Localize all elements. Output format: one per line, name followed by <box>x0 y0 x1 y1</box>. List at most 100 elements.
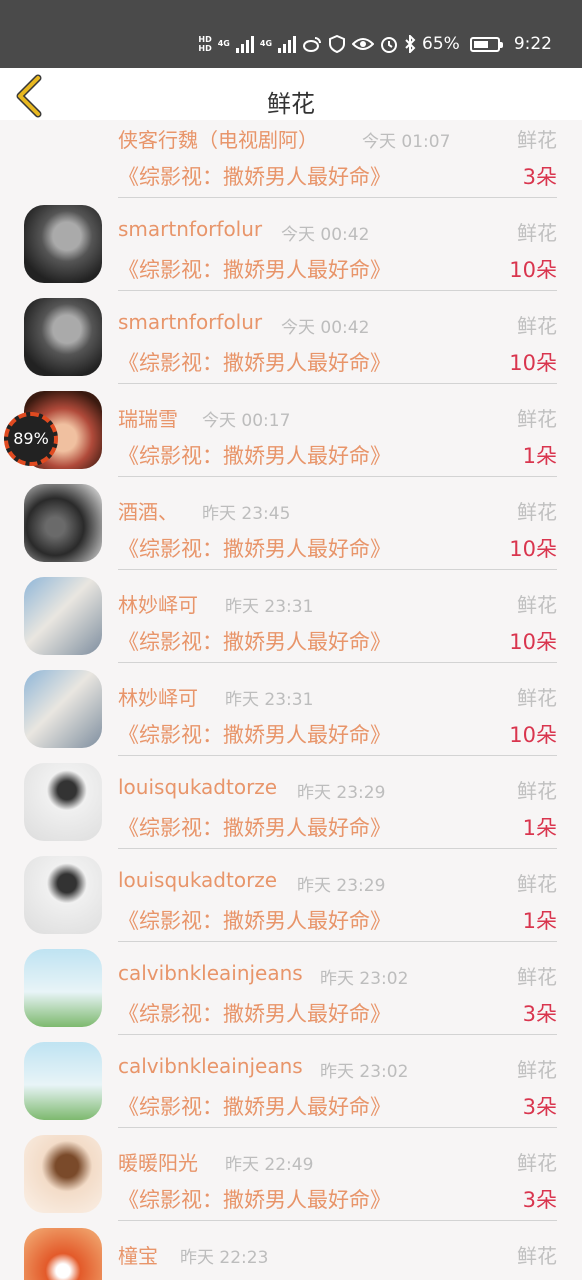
list-item[interactable]: calvibnkleainjeans 昨天 23:02 鲜花《综影视：撒娇男人最好命… <box>0 1035 582 1128</box>
list-item[interactable]: smartnforfolur 今天 00:42 鲜花《综影视：撒娇男人最好命》 10朵 <box>0 198 582 291</box>
timestamp: 今天 01:07 <box>362 132 451 152</box>
list-item[interactable]: 林妙峄可 昨天 23:31 鲜花《综影视：撒娇男人最好命》 10朵 <box>0 663 582 756</box>
avatar[interactable] <box>24 205 102 283</box>
list-item[interactable]: 侠客行魏（电视剧阿） 今天 01:07 鲜花《综影视：撒娇男人最好命》 3朵 <box>0 105 582 198</box>
user-name[interactable]: calvibnkleainjeans <box>118 1054 303 1078</box>
list-item[interactable]: 暖暖阳光 昨天 22:49 鲜花 《综影视：撒娇男人最好命》 3朵 <box>0 1128 582 1221</box>
alarm-icon <box>381 37 398 53</box>
gift-type: 鲜花 <box>517 221 557 245</box>
gift-list[interactable]: 侠客行魏（电视剧阿） 今天 01:07 鲜花 《综影视：撒娇男人最好命》 3朵 smart… <box>0 120 582 1280</box>
user-name[interactable]: 林妙峄可 <box>118 589 198 618</box>
gift-type: 鲜花 <box>517 593 557 617</box>
timestamp: 今天 00:42 <box>281 318 370 338</box>
show-title[interactable]: 《综影视：撒娇男人最好命》 <box>118 719 391 749</box>
timestamp: 今天 00:17 <box>202 411 291 431</box>
list-item[interactable]: smartnforfolur 今天 00:42 鲜花《综影视：撒娇男人最好命》 10朵 <box>0 291 582 384</box>
avatar[interactable] <box>24 577 102 655</box>
battery-icon <box>469 36 503 52</box>
list-item[interactable]: calvibnkleainjeans 昨天 23:02 鲜花《综影视：撒娇男人最好命… <box>0 942 582 1035</box>
user-name[interactable]: calvibnkleainjeans <box>118 961 303 985</box>
clock: 9:22 <box>513 34 552 54</box>
user-name[interactable]: smartnforfolur <box>118 217 262 241</box>
user-name[interactable]: 暖暖阳光 <box>118 1147 198 1176</box>
list-item[interactable]: 林妙峄可 昨天 23:31 鲜花《综影视：撒娇男人最好命》 10朵 <box>0 570 582 663</box>
avatar[interactable] <box>24 1228 102 1280</box>
avatar[interactable] <box>24 670 102 748</box>
timestamp: 昨天 23:31 <box>225 690 314 710</box>
timestamp: 昨天 22:23 <box>180 1248 269 1268</box>
timestamp: 昨天 23:45 <box>202 504 291 524</box>
user-name[interactable]: 橦宝 <box>118 1240 158 1269</box>
weibo-icon <box>303 37 322 52</box>
gift-type: 鲜花 <box>517 314 557 338</box>
user-name[interactable]: 瑞瑞雪 <box>118 403 178 432</box>
gift-type: 鲜花 <box>517 872 557 896</box>
timestamp: 昨天 22:49 <box>225 1155 314 1175</box>
list-item[interactable]: 酒酒、 昨天 23:45 鲜花《综影视：撒娇男人最好命》 10朵 <box>0 477 582 570</box>
user-name[interactable]: louisqukadtorze <box>118 868 277 892</box>
user-name[interactable]: 侠客行魏（电视剧阿） <box>118 124 318 153</box>
list-item[interactable]: 瑞瑞雪 今天 00:17 鲜花《综影视：撒娇男人最好命》 1朵 <box>0 384 582 477</box>
show-title[interactable]: 《综影视：撒娇男人最好命》 <box>118 1091 391 1121</box>
gift-type: 鲜花 <box>517 407 557 431</box>
list-item[interactable]: louisqukadtorze 昨天 23:29 鲜花《综影视：撒娇男人最好命》 1朵 <box>0 849 582 942</box>
gift-count: 10朵 <box>509 537 557 561</box>
show-title[interactable]: 《综影视：撒娇男人最好命》 <box>118 1184 391 1214</box>
avatar[interactable] <box>24 1135 102 1213</box>
network-type-icon: 4G <box>259 39 273 48</box>
gift-count: 3朵 <box>522 1095 557 1119</box>
signal-icon <box>235 35 254 53</box>
show-title[interactable]: 《综影视：撒娇男人最好命》 <box>118 998 391 1028</box>
timestamp: 昨天 23:29 <box>297 876 386 896</box>
timestamp: 昨天 23:02 <box>320 1062 409 1082</box>
avatar[interactable] <box>24 949 102 1027</box>
gift-count: 1朵 <box>522 816 557 840</box>
gift-type: 鲜花 <box>517 965 557 989</box>
gift-type: 鲜花 <box>517 128 557 152</box>
user-name[interactable]: 酒酒、 <box>118 496 178 525</box>
show-title[interactable]: 《综影视：撒娇男人最好命》 <box>118 533 391 563</box>
gift-count: 1朵 <box>522 909 557 933</box>
timestamp: 今天 00:42 <box>281 225 370 245</box>
show-title[interactable]: 《综影视：撒娇男人最好命》 <box>118 161 391 191</box>
user-name[interactable]: 林妙峄可 <box>118 682 198 711</box>
avatar[interactable] <box>24 298 102 376</box>
shield-icon <box>329 35 346 53</box>
bluetooth-icon <box>405 35 416 53</box>
gift-count: 1朵 <box>522 444 557 468</box>
show-title[interactable]: 《综影视：撒娇男人最好命》 <box>118 626 391 656</box>
gift-count: 10朵 <box>509 723 557 747</box>
show-title[interactable]: 《综影视：撒娇男人最好命》 <box>118 440 391 470</box>
floating-progress-badge[interactable]: 89% <box>4 412 58 466</box>
status-bar: HD HD 4G 4G 65% 9:22 <box>0 0 582 68</box>
gift-count: 10朵 <box>509 351 557 375</box>
gift-count: 3朵 <box>522 1002 557 1026</box>
show-title[interactable]: 《综影视：撒娇男人最好命》 <box>118 254 391 284</box>
user-name[interactable]: louisqukadtorze <box>118 775 277 799</box>
avatar[interactable] <box>24 856 102 934</box>
show-title[interactable]: 《综影视：撒娇男人最好命》 <box>118 905 391 935</box>
gift-type: 鲜花 <box>517 1058 557 1082</box>
battery-percent: 65% <box>422 34 460 54</box>
status-icons: HD HD 4G 4G 65% 9:22 <box>198 30 552 58</box>
gift-count: 10朵 <box>509 258 557 282</box>
show-title[interactable]: 《综影视：撒娇男人最好命》 <box>118 812 391 842</box>
avatar[interactable] <box>24 763 102 841</box>
gift-count: 3朵 <box>522 165 557 189</box>
list-item[interactable]: louisqukadtorze 昨天 23:29 鲜花 《综影视：撒娇男人最好命》 1朵 <box>0 756 582 849</box>
avatar[interactable] <box>24 484 102 562</box>
avatar[interactable] <box>24 1042 102 1120</box>
user-name[interactable]: smartnforfolur <box>118 310 262 334</box>
hd-icon: HD HD <box>198 35 212 53</box>
gift-count: 3朵 <box>522 1188 557 1212</box>
list-item[interactable]: 橦宝 昨天 22:23 鲜花 <box>0 1221 582 1280</box>
timestamp: 昨天 23:31 <box>225 597 314 617</box>
gift-type: 鲜花 <box>517 779 557 803</box>
gift-count: 10朵 <box>509 630 557 654</box>
gift-type: 鲜花 <box>517 500 557 524</box>
gift-type: 鲜花 <box>517 1244 557 1268</box>
gift-type: 鲜花 <box>517 686 557 710</box>
timestamp: 昨天 23:02 <box>320 969 409 989</box>
eye-icon <box>352 38 375 50</box>
show-title[interactable]: 《综影视：撒娇男人最好命》 <box>118 347 391 377</box>
